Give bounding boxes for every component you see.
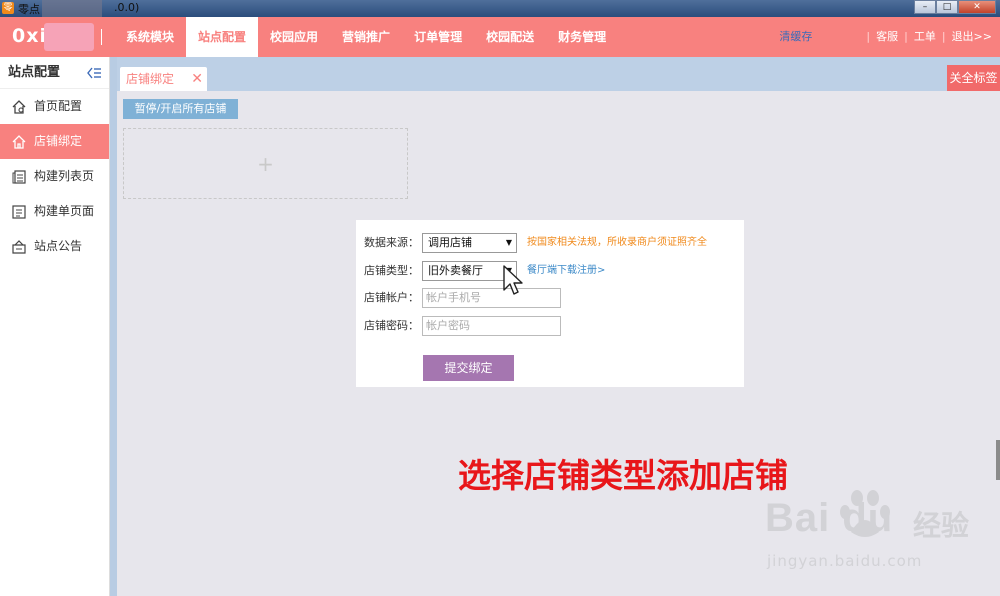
- nav-orders[interactable]: 订单管理: [402, 17, 474, 57]
- nav-divider: [101, 29, 102, 45]
- ticket-link[interactable]: 工单: [914, 17, 936, 57]
- tab-label: 店铺绑定: [126, 72, 175, 86]
- home-icon: [12, 135, 26, 149]
- list-page-icon: [12, 170, 26, 184]
- password-input[interactable]: 帐户密码: [422, 316, 561, 336]
- tutorial-caption: 选择店铺类型添加店铺: [458, 456, 788, 495]
- app-icon: 零: [2, 2, 14, 14]
- redacted-title: [42, 0, 102, 17]
- legal-note: 按国家相关法规，所收录商户须证照齐全: [527, 237, 707, 248]
- nav-campus-apps[interactable]: 校园应用: [258, 17, 330, 57]
- chevron-down-icon: ▼: [505, 238, 512, 247]
- account-label: 店铺帐户：: [364, 291, 419, 304]
- redacted-logo: [44, 23, 94, 51]
- nav-marketing[interactable]: 营销推广: [330, 17, 402, 57]
- password-label: 店铺密码：: [364, 319, 419, 332]
- window-version: .0.0): [114, 1, 140, 14]
- nav-delivery[interactable]: 校园配送: [474, 17, 546, 57]
- logout-link[interactable]: 退出>>: [952, 17, 992, 57]
- watermark-cn: 经验: [913, 509, 970, 542]
- data-source-select[interactable]: 调用店铺 ▼: [422, 233, 517, 253]
- pause-all-stores-button[interactable]: 暂停/开启所有店铺: [123, 99, 238, 119]
- sidebar-item-list-page[interactable]: 构建列表页: [0, 159, 109, 194]
- bind-store-form: 数据来源： 调用店铺 ▼ 按国家相关法规，所收录商户须证照齐全 店铺类型： 旧外…: [356, 220, 744, 387]
- collapse-menu-icon[interactable]: [87, 67, 101, 79]
- window-title: 零点: [18, 3, 40, 16]
- add-store-card[interactable]: +: [123, 128, 408, 199]
- scrollbar-thumb[interactable]: [996, 440, 1000, 480]
- sidebar-item-label: 站点公告: [34, 239, 83, 253]
- close-tab-icon[interactable]: ✕: [191, 67, 203, 91]
- sidebar-item-announcement[interactable]: 站点公告: [0, 229, 109, 264]
- sidebar-title: 站点配置: [8, 65, 61, 80]
- paw-icon: [840, 490, 890, 537]
- sidebar-item-label: 店铺绑定: [34, 134, 83, 148]
- close-window-button[interactable]: ✕: [958, 0, 996, 14]
- announcement-icon: [12, 240, 26, 254]
- data-source-label: 数据来源：: [364, 236, 419, 249]
- sidebar-item-store-binding[interactable]: 店铺绑定: [0, 124, 109, 159]
- window-title-bar: 零 零点 .0.0) – □ ✕: [0, 0, 1000, 17]
- sidebar: 站点配置 首页配置 店铺绑定 构建列表页 构建单页面 站点公告: [0, 57, 110, 596]
- tab-bar: 店铺绑定 ✕ 关全标签: [117, 57, 1000, 91]
- single-page-icon: [12, 205, 26, 219]
- submit-bind-button[interactable]: 提交绑定: [423, 355, 514, 381]
- sidebar-item-single-page[interactable]: 构建单页面: [0, 194, 109, 229]
- maximize-button[interactable]: □: [936, 0, 958, 14]
- nav-system-modules[interactable]: 系统模块: [114, 17, 186, 57]
- close-all-tabs-button[interactable]: 关全标签: [947, 65, 1000, 91]
- tab-store-binding[interactable]: 店铺绑定 ✕: [120, 67, 207, 91]
- baidu-watermark: Bai du 经验 jingyan.baidu.com: [765, 488, 995, 578]
- nav-finance[interactable]: 财务管理: [546, 17, 618, 57]
- sidebar-edge: [110, 57, 117, 596]
- watermark-url: jingyan.baidu.com: [767, 552, 923, 570]
- sidebar-header: 站点配置: [0, 57, 109, 89]
- nav-site-config[interactable]: 站点配置: [186, 17, 259, 57]
- sidebar-item-label: 构建单页面: [34, 204, 95, 218]
- mouse-cursor-icon: [503, 265, 523, 295]
- register-download-link[interactable]: 餐厅端下载注册>: [527, 261, 605, 281]
- plus-icon: +: [257, 152, 274, 176]
- home-settings-icon: [12, 100, 26, 114]
- top-nav: 0xi 系统模块 站点配置 校园应用 营销推广 订单管理 校园配送 财务管理 清…: [0, 17, 1000, 57]
- account-phone-input[interactable]: 帐户手机号: [422, 288, 561, 308]
- store-type-label: 店铺类型：: [364, 264, 419, 277]
- site-logo[interactable]: 0xi: [12, 25, 47, 47]
- sidebar-item-label: 首页配置: [34, 99, 83, 113]
- sidebar-item-label: 构建列表页: [34, 169, 95, 183]
- minimize-button[interactable]: –: [914, 0, 936, 14]
- customer-service-link[interactable]: 客服: [876, 17, 898, 57]
- clear-cache-link[interactable]: 清缓存: [779, 17, 812, 57]
- sidebar-item-home-config[interactable]: 首页配置: [0, 89, 109, 124]
